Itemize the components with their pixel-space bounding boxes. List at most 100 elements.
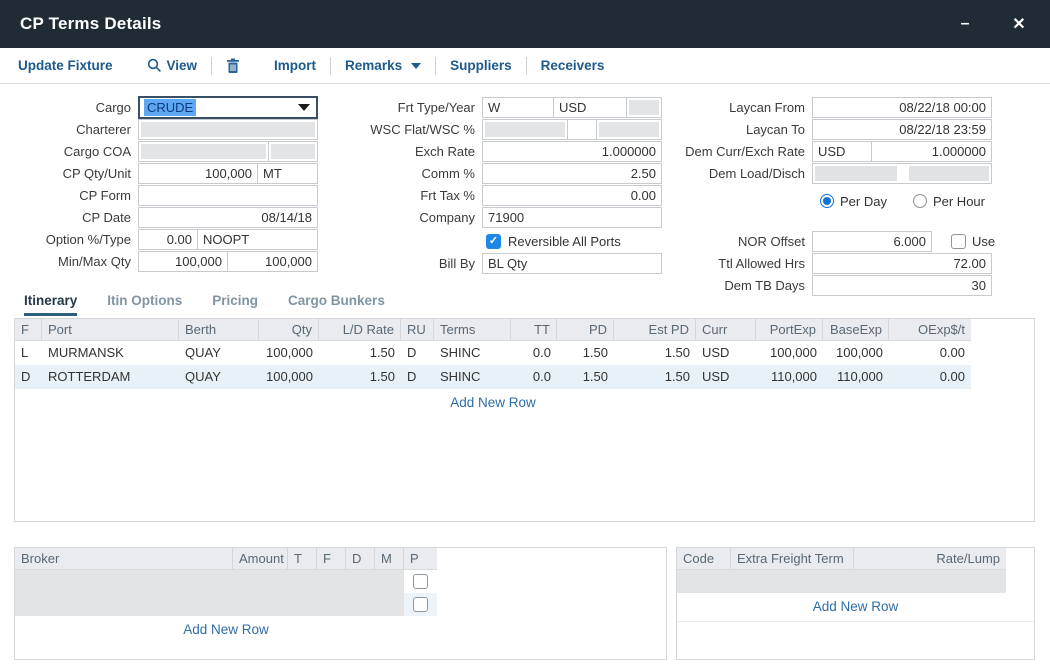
- nor-offset-field[interactable]: 6.000: [812, 231, 932, 252]
- min-qty-field[interactable]: 100,000: [138, 251, 228, 272]
- broker-row[interactable]: [15, 570, 437, 593]
- col-header-qty[interactable]: Qty: [259, 319, 319, 340]
- col-header-code[interactable]: Code: [677, 548, 731, 569]
- cargo-select[interactable]: CRUDE: [138, 96, 318, 119]
- col-header-amount[interactable]: Amount: [233, 548, 288, 569]
- col-header-t[interactable]: T: [288, 548, 317, 569]
- cp-qty-field[interactable]: 100,000: [138, 163, 258, 184]
- col-header-curr[interactable]: Curr: [696, 319, 756, 340]
- itinerary-add-new-row-link[interactable]: Add New Row: [15, 389, 971, 410]
- company-field[interactable]: 71900: [482, 207, 662, 228]
- max-qty-field[interactable]: 100,000: [227, 251, 318, 272]
- suppliers-button[interactable]: Suppliers: [450, 58, 512, 73]
- col-header-baseexp[interactable]: BaseExp: [823, 319, 889, 340]
- tab-pricing[interactable]: Pricing: [212, 293, 258, 316]
- update-fixture-label: Update Fixture: [18, 58, 113, 73]
- extra-freight-add-new-row-link[interactable]: Add New Row: [677, 593, 1034, 622]
- col-header-tt[interactable]: TT: [511, 319, 557, 340]
- col-header-d[interactable]: D: [346, 548, 375, 569]
- use-label: Use: [972, 234, 995, 249]
- cell-ru: D: [401, 365, 434, 389]
- col-header-extra-freight-term[interactable]: Extra Freight Term: [731, 548, 854, 569]
- bill-by-field[interactable]: BL Qty: [482, 253, 662, 274]
- broker-p-checkbox[interactable]: [413, 574, 428, 589]
- window-title: CP Terms Details: [0, 14, 161, 34]
- comm-pct-field[interactable]: 2.50: [482, 163, 662, 184]
- remarks-button[interactable]: Remarks: [345, 58, 421, 73]
- dem-exch-field[interactable]: 1.000000: [871, 141, 992, 162]
- per-day-label: Per Day: [840, 194, 887, 209]
- cell-baseexp: 100,000: [823, 341, 889, 365]
- use-checkbox[interactable]: [951, 234, 966, 249]
- search-icon: [147, 58, 162, 73]
- broker-add-new-row-link[interactable]: Add New Row: [15, 616, 437, 637]
- extra-freight-table-header: Code Extra Freight Term Rate/Lump: [677, 548, 1006, 570]
- cp-unit-field[interactable]: MT: [257, 163, 318, 184]
- ttl-allowed-hrs-field[interactable]: 72.00: [812, 253, 992, 274]
- tab-itinerary[interactable]: Itinerary: [24, 293, 77, 316]
- col-header-port[interactable]: Port: [42, 319, 179, 340]
- reversible-all-ports-checkbox[interactable]: ✓: [486, 234, 501, 249]
- col-header-f[interactable]: F: [15, 319, 42, 340]
- tab-itin-options[interactable]: Itin Options: [107, 293, 182, 316]
- frt-type-field[interactable]: W: [482, 97, 554, 118]
- option-pct-field[interactable]: 0.00: [138, 229, 198, 250]
- col-header-rate-lump[interactable]: Rate/Lump: [854, 548, 1006, 569]
- import-button[interactable]: Import: [274, 58, 316, 73]
- col-header-portexp[interactable]: PortExp: [756, 319, 823, 340]
- broker-panel: Broker Amount T F D M P Add New Row: [14, 547, 667, 660]
- dem-tb-days-field[interactable]: 30: [812, 275, 992, 296]
- cargo-coa-label: Cargo COA: [4, 144, 138, 159]
- extra-freight-empty-row[interactable]: [677, 570, 1006, 593]
- col-header-est-pd[interactable]: Est PD: [614, 319, 696, 340]
- exch-rate-label: Exch Rate: [324, 144, 482, 159]
- col-header-pd[interactable]: PD: [557, 319, 614, 340]
- col-header-p[interactable]: P: [404, 548, 437, 569]
- nor-offset-label: NOR Offset: [672, 234, 812, 249]
- col-header-terms[interactable]: Terms: [434, 319, 511, 340]
- broker-p-checkbox[interactable]: [413, 597, 428, 612]
- dem-curr-field[interactable]: USD: [812, 141, 872, 162]
- close-button[interactable]: ✕: [996, 0, 1042, 48]
- minimize-button[interactable]: –: [942, 0, 988, 48]
- cell-tt: 0.0: [511, 341, 557, 365]
- cp-form-field[interactable]: [138, 185, 318, 206]
- minimize-icon: –: [961, 15, 970, 33]
- col-header-m[interactable]: M: [375, 548, 404, 569]
- wsc-mid-field[interactable]: [567, 119, 597, 140]
- col-header-ld-rate[interactable]: L/D Rate: [319, 319, 401, 340]
- col-header-f[interactable]: F: [317, 548, 346, 569]
- cp-date-field[interactable]: 08/14/18: [138, 207, 318, 228]
- suppliers-label: Suppliers: [450, 58, 512, 73]
- col-header-broker[interactable]: Broker: [15, 548, 233, 569]
- broker-row[interactable]: [15, 593, 437, 616]
- dem-tb-days-label: Dem TB Days: [672, 278, 812, 293]
- dropdown-caret-icon: [298, 104, 310, 111]
- cell-baseexp: 110,000: [823, 365, 889, 389]
- frt-tax-field[interactable]: 0.00: [482, 185, 662, 206]
- col-header-oexp[interactable]: OExp$/t: [889, 319, 971, 340]
- exch-rate-field[interactable]: 1.000000: [482, 141, 662, 162]
- col-header-berth[interactable]: Berth: [179, 319, 259, 340]
- update-fixture-button[interactable]: Update Fixture: [18, 58, 113, 73]
- cell-f: L: [15, 341, 42, 365]
- cell-port: MURMANSK: [42, 341, 179, 365]
- col-header-ru[interactable]: RU: [401, 319, 434, 340]
- tab-cargo-bunkers[interactable]: Cargo Bunkers: [288, 293, 385, 316]
- import-label: Import: [274, 58, 316, 73]
- option-type-field[interactable]: NOOPT: [197, 229, 318, 250]
- cell-terms: SHINC: [434, 341, 511, 365]
- cell-portexp: 110,000: [756, 365, 823, 389]
- receivers-button[interactable]: Receivers: [541, 58, 605, 73]
- laycan-to-label: Laycan To: [672, 122, 812, 137]
- laycan-to-field[interactable]: 08/22/18 23:59: [812, 119, 992, 140]
- frt-curr-field[interactable]: USD: [553, 97, 627, 118]
- delete-button[interactable]: [226, 58, 240, 74]
- laycan-from-field[interactable]: 08/22/18 00:00: [812, 97, 992, 118]
- itinerary-row-rotterdam[interactable]: D ROTTERDAM QUAY 100,000 1.50 D SHINC 0.…: [15, 365, 971, 389]
- per-hour-radio[interactable]: [913, 194, 927, 208]
- per-day-radio[interactable]: [820, 194, 834, 208]
- itinerary-row-murmansk[interactable]: L MURMANSK QUAY 100,000 1.50 D SHINC 0.0…: [15, 341, 971, 365]
- view-button[interactable]: View: [147, 58, 198, 73]
- reversible-all-ports-label: Reversible All Ports: [508, 234, 621, 249]
